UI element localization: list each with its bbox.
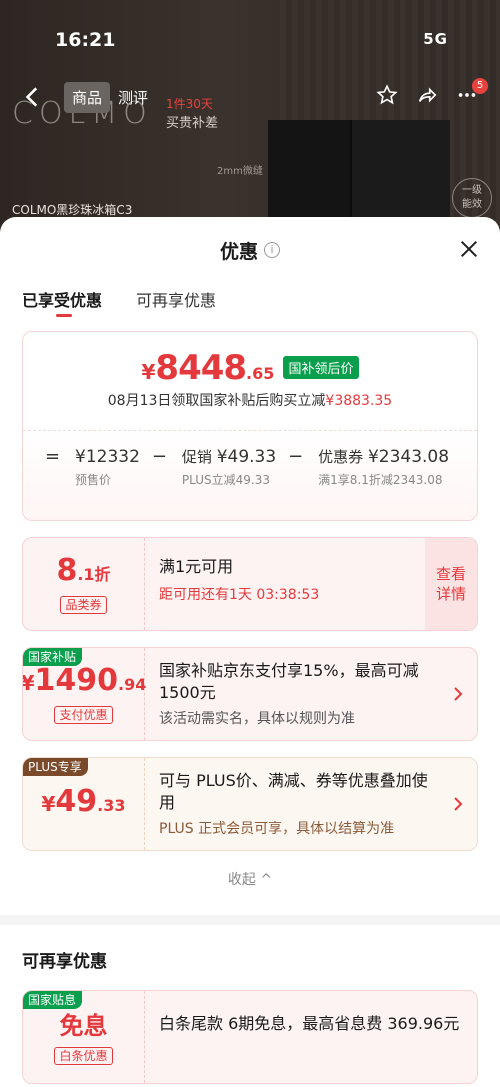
final-price: ¥8448.65 国补领后价: [23, 332, 477, 388]
coupon-gov-subsidy[interactable]: 国家补贴 ¥1490.94 支付优惠 国家补贴京东支付享15%，最高可减1500…: [22, 647, 478, 741]
price-integer: 8448: [155, 348, 247, 388]
coupon-info: 白条尾款 6期免息，最高省息费 369.96元: [145, 991, 477, 1083]
sheet-header: 优惠 i: [0, 217, 500, 283]
coupon-note: 该活动需实名，具体以规则为准: [159, 711, 355, 727]
collapse-button[interactable]: 收起 ^: [0, 869, 500, 889]
coupon-category[interactable]: 8.1折 品类券 满1元可用 距可用还有1天 03:38:53 查看 详情: [22, 537, 478, 631]
price-summary-card: ¥8448.65 国补领后价 08月13日领取国家补贴后购买立减¥3883.35…: [22, 331, 478, 521]
view-details-label: 查看 详情: [435, 565, 466, 603]
coupon-value: ¥1490.94 支付优惠: [22, 648, 147, 740]
gov-subsidy-tag: 国补领后价: [283, 356, 359, 379]
formula-item-presale: ¥12332 预售价: [75, 445, 140, 488]
formula-op: =: [45, 446, 61, 467]
close-icon[interactable]: [458, 238, 480, 260]
hero-note: 2mm微缝: [217, 166, 263, 177]
formula-op: −: [288, 446, 304, 467]
tab-product[interactable]: 商品: [64, 82, 111, 113]
formula-value: 优惠券 ¥2343.08: [318, 445, 449, 469]
status-time: 16:21: [55, 29, 116, 51]
formula-value: 促销 ¥49.33: [182, 445, 276, 469]
formula-sub: 预售价: [75, 473, 112, 487]
coupon-discount-dec: .1折: [77, 565, 111, 584]
price-decimal: .65: [246, 364, 275, 383]
coupon-note: PLUS 正式会员可享，具体以结算为准: [159, 821, 395, 837]
formula-amount: ¥2343.08: [367, 447, 450, 467]
view-details-button[interactable]: 查看 详情: [425, 538, 477, 630]
coupon-info: 国家补贴京东支付享15%，最高可减1500元 该活动需实名，具体以规则为准: [145, 648, 477, 740]
coupon-amount-int: 49: [55, 784, 98, 819]
coupon-type-tag: 支付优惠: [54, 706, 113, 724]
formula-sub: 满1享8.1折减2343.08: [318, 473, 443, 487]
formula-sub: PLUS立减49.33: [181, 473, 270, 487]
share-icon[interactable]: [416, 84, 438, 106]
coupon-value: 免息 白条优惠: [23, 991, 145, 1083]
tab-enjoyed[interactable]: 已享受优惠: [22, 283, 102, 331]
coupon-title: 白条尾款 6期免息，最高省息费 369.96元: [159, 1014, 460, 1033]
chevron-right-icon: [454, 687, 463, 701]
coupon-amount-dec: .33: [97, 796, 126, 815]
product-hero: 16:21 5G COLMO 商品 测评 1件30天 买贵补差 5 2mm微缝 …: [0, 0, 500, 240]
price-desc-text: 08月13日领取国家补贴后购买立减: [107, 393, 326, 409]
tab-review[interactable]: 测评: [110, 82, 156, 113]
status-network: 5G: [423, 30, 448, 48]
info-icon[interactable]: i: [264, 242, 280, 258]
formula-op: −: [151, 446, 167, 467]
coupon-yen: ¥: [41, 792, 56, 816]
formula-label: 促销: [181, 448, 217, 466]
coupon-amount-int: 1490: [34, 663, 119, 698]
coupon-amount: ¥49.33: [41, 785, 125, 823]
top-tabs: 商品 测评: [64, 82, 156, 113]
more-discounts-title: 可再享优惠: [22, 952, 107, 972]
discount-tabs: 已享受优惠 可再享优惠: [0, 283, 500, 331]
coupon-interest-label: 免息: [59, 1012, 108, 1040]
coupon-type-tag: 白条优惠: [54, 1047, 113, 1065]
formula-amount: ¥49.33: [216, 447, 277, 467]
promo-badge-sub: 买贵补差: [166, 116, 219, 131]
coupon-info: 可与 PLUS价、满减、券等优惠叠加使用 PLUS 正式会员可享，具体以结算为准: [145, 758, 477, 850]
section-divider: [0, 915, 500, 925]
sheet-title: 优惠: [219, 240, 258, 263]
coupon-discount: 8.1折: [56, 554, 110, 592]
coupon-value: ¥49.33: [23, 758, 145, 850]
discount-sheet: 优惠 i 已享受优惠 可再享优惠 ¥8448.65 国补领后价 08月13日领取…: [0, 217, 500, 1087]
formula-label: 优惠券: [318, 448, 368, 466]
price-yen: ¥: [141, 360, 156, 384]
price-formula: = ¥12332 预售价 − 促销 ¥49.33 PLUS立减49.33 − 优…: [23, 430, 477, 488]
price-desc-amount: ¥3883.35: [325, 393, 393, 409]
promo-badge: 1件30天: [166, 97, 213, 111]
formula-item-coupon: 优惠券 ¥2343.08 满1享8.1折减2343.08: [318, 445, 449, 488]
coupon-amount: ¥1490.94: [22, 663, 147, 702]
favorite-star-icon[interactable]: [376, 84, 398, 106]
coupon-title: 可与 PLUS价、满减、券等优惠叠加使用: [159, 771, 428, 812]
coupon-yen: ¥: [22, 671, 35, 695]
formula-item-promo: 促销 ¥49.33 PLUS立减49.33: [182, 445, 276, 488]
coupon-type-tag: 品类券: [60, 596, 107, 614]
coupon-amount-dec: .94: [118, 675, 147, 694]
coupon-title: 满1元可用: [159, 557, 234, 576]
coupon-discount-int: 8: [56, 553, 78, 588]
chevron-right-icon: [454, 797, 463, 811]
price-description: 08月13日领取国家补贴后购买立减¥3883.35: [23, 390, 477, 410]
energy-badge: 一级 能效: [452, 178, 492, 218]
action-icons: [376, 84, 478, 106]
tab-more[interactable]: 可再享优惠: [136, 283, 216, 331]
cart-count-badge: 5: [472, 78, 488, 94]
coupon-info: 满1元可用 距可用还有1天 03:38:53: [145, 538, 425, 630]
formula-value: ¥12332: [75, 447, 140, 467]
energy-badge-text: 一级 能效: [462, 185, 482, 210]
coupon-value: 8.1折 品类券: [23, 538, 145, 630]
coupon-plus[interactable]: PLUS专享 ¥49.33 可与 PLUS价、满减、券等优惠叠加使用 PLUS …: [22, 757, 478, 851]
hero-caption: COLMO黑珍珠冰箱C3: [12, 203, 133, 217]
coupon-title: 国家补贴京东支付享15%，最高可减1500元: [159, 661, 419, 702]
coupon-interest-free[interactable]: 国家贴息 免息 白条优惠 白条尾款 6期免息，最高省息费 369.96元: [22, 990, 478, 1084]
coupon-countdown: 距可用还有1天 03:38:53: [159, 587, 320, 603]
